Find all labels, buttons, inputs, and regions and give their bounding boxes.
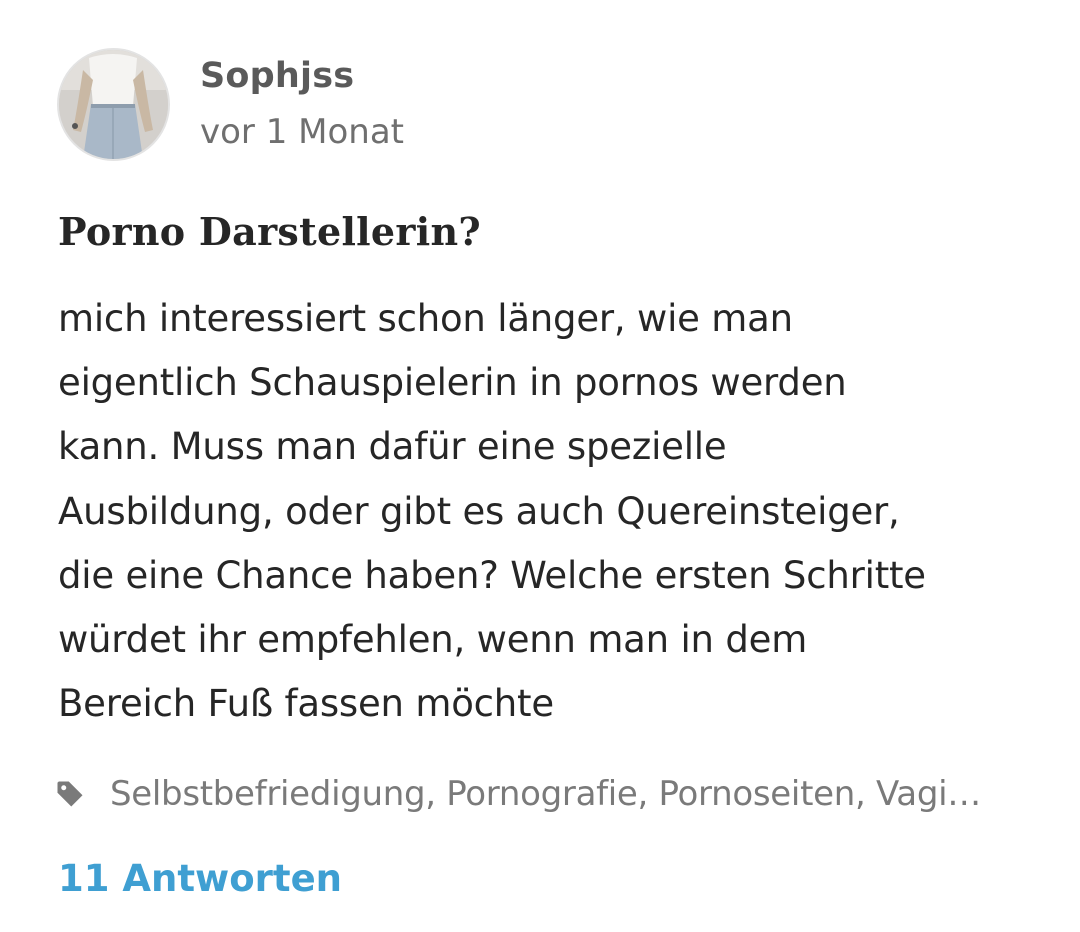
body-line: eigentlich Schauspielerin in pornos werd… xyxy=(58,361,847,405)
question-body: mich interessiert schon länger, wie man … xyxy=(58,287,1033,736)
user-avatar-photo-icon xyxy=(59,49,168,159)
author-row: Sophjss vor 1 Monat xyxy=(57,47,404,161)
tags-row: Selbstbefriedigung, Pornografie, Pornose… xyxy=(55,768,1035,820)
body-line: die eine Chance haben? Welche ersten Sch… xyxy=(58,553,926,597)
post-timestamp: vor 1 Monat xyxy=(200,112,404,152)
author-avatar[interactable] xyxy=(57,47,170,161)
question-card: Sophjss vor 1 Monat Porno Darstellerin? … xyxy=(0,0,1080,932)
author-meta: Sophjss vor 1 Monat xyxy=(200,54,404,154)
body-line: kann. Muss man dafür eine spezielle xyxy=(58,425,727,469)
body-line: mich interessiert schon länger, wie man xyxy=(58,297,793,340)
tags-list[interactable]: Selbstbefriedigung, Pornografie, Pornose… xyxy=(110,774,1035,814)
question-title[interactable]: Porno Darstellerin? xyxy=(58,206,481,258)
body-line: Ausbildung, oder gibt es auch Quereinste… xyxy=(58,489,900,533)
body-line: würdet ihr empfehlen, wenn man in dem xyxy=(58,618,808,662)
answers-link[interactable]: 11 Antworten xyxy=(58,853,342,905)
author-name[interactable]: Sophjss xyxy=(200,54,404,98)
body-line: Bereich Fuß fassen möchte xyxy=(58,682,554,726)
tag-icon xyxy=(57,781,83,807)
